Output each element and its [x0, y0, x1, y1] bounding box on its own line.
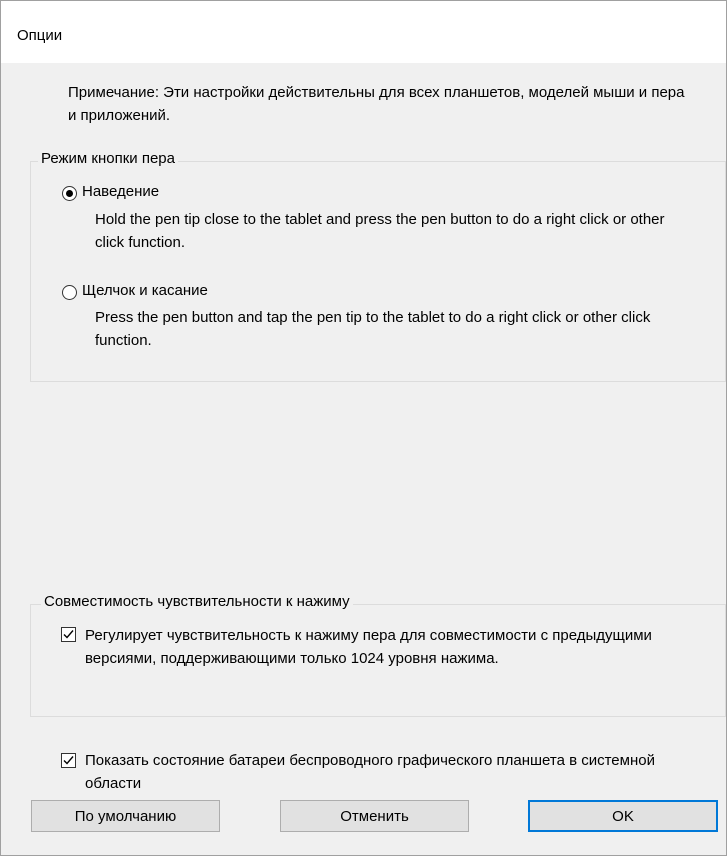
options-dialog: Опции Примечание: Эти настройки действит… [0, 0, 727, 856]
battery-text: Показать состояние батареи беспроводного… [85, 752, 655, 792]
pressure-compat-checkbox[interactable] [61, 627, 76, 642]
radio-hover-indicator[interactable] [62, 186, 77, 201]
hover-description: Hold the pen tip close to the tablet and… [95, 211, 665, 251]
radio-click-tap-indicator[interactable] [62, 285, 77, 300]
note-text: Примечание: Эти настройки действительны … [68, 84, 685, 124]
checkmark-icon [63, 756, 74, 765]
battery-checkbox[interactable] [61, 753, 76, 768]
radio-click-tap[interactable]: Щелчок и касание [62, 282, 208, 300]
radio-hover[interactable]: Наведение [62, 183, 159, 201]
dialog-title: Опции [17, 27, 63, 44]
ok-button[interactable]: OK [528, 800, 718, 832]
radio-hover-label: Наведение [82, 183, 160, 200]
pen-button-mode-label: Режим кнопки пера [38, 150, 178, 167]
radio-click-tap-label: Щелчок и касание [82, 282, 208, 299]
pressure-compat-checkbox-row[interactable] [61, 623, 76, 642]
checkmark-icon [63, 630, 74, 639]
pressure-compat-label: Совместимость чувствительности к нажиму [41, 593, 353, 610]
click-tap-description: Press the pen button and tap the pen tip… [95, 309, 651, 349]
battery-checkbox-row[interactable] [61, 749, 76, 768]
default-button[interactable]: По умолчанию [31, 800, 220, 832]
title-bar: Опции [1, 1, 726, 63]
pressure-compat-text: Регулирует чувствительность к нажиму пер… [85, 627, 652, 667]
cancel-button[interactable]: Отменить [280, 800, 469, 832]
